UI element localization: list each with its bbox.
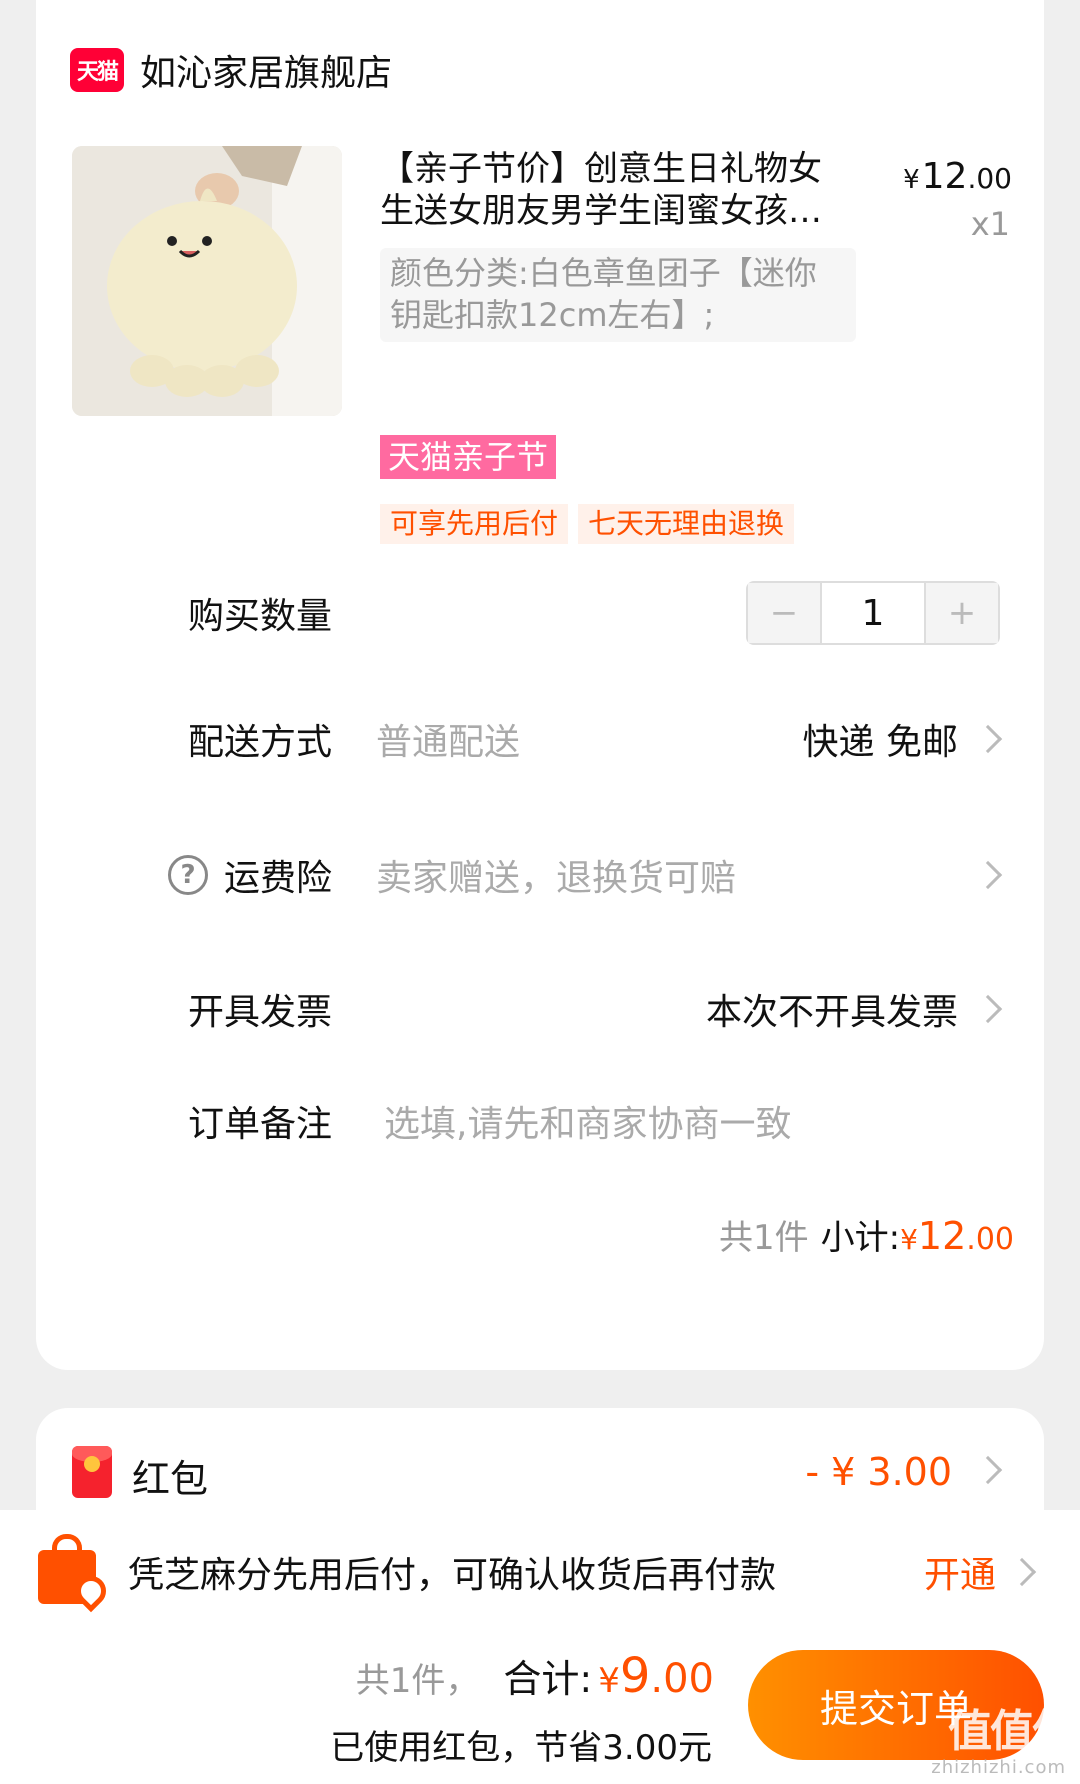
checkout-bar: 凭芝麻分先用后付，可确认收货后再付款 开通 共1件， 合计: ¥9.00 已使用… <box>0 1510 1080 1784</box>
subtotal-count: 共1件 <box>718 1218 809 1258</box>
chevron-right-icon <box>973 1455 1003 1485</box>
store-name[interactable]: 如沁家居旗舰店 <box>140 44 392 96</box>
subtotal: 共1件 小计: ¥12.00 <box>719 1210 1014 1259</box>
chevron-right-icon <box>973 860 1003 890</box>
delivery-type: 普通配送 <box>376 722 521 763</box>
delivery-row[interactable]: 配送方式 普通配送 快递 免邮 <box>36 704 1044 774</box>
quantity-label: 购买数量 <box>188 596 333 637</box>
watermark-logo: 值值值 <box>948 1706 1076 1757</box>
store-order-card: 天猫 如沁家居旗舰店 【亲子节价】创意生日礼物女生送女朋友男学生闺蜜女孩… ¥1… <box>36 0 1044 1370</box>
shipping-insurance-row[interactable]: ? 运费险 卖家赠送，退换货可赔 <box>36 840 1044 910</box>
tmall-logo-icon: 天猫 <box>70 48 124 92</box>
chevron-right-icon <box>973 724 1003 754</box>
insurance-label: 运费险 <box>224 858 333 899</box>
savings-text: 已使用红包，节省3.00元 <box>330 1728 712 1768</box>
chevron-right-icon <box>973 994 1003 1024</box>
order-note-row: 订单备注 选填,请先和商家协商一致 <box>36 1086 1044 1156</box>
service-tags: 可享先用后付 七天无理由退换 <box>380 504 795 544</box>
promo-tag: 天猫亲子节 <box>380 435 557 479</box>
delivery-value: 快递 免邮 <box>802 722 958 763</box>
octopus-plush-image <box>72 146 342 416</box>
store-header[interactable]: 天猫 如沁家居旗舰店 <box>70 42 392 98</box>
sku-spec[interactable]: 颜色分类:白色章鱼团子【迷你钥匙扣款12cm左右】; <box>380 248 856 342</box>
chevron-right-icon <box>1007 1557 1037 1587</box>
product-quantity: x1 <box>970 205 1010 243</box>
red-packet-icon <box>72 1446 112 1498</box>
zhima-text: 凭芝麻分先用后付，可确认收货后再付款 <box>128 1555 777 1596</box>
help-icon[interactable]: ? <box>168 855 208 895</box>
increment-button[interactable]: + <box>926 583 998 643</box>
invoice-row[interactable]: 开具发票 本次不开具发票 <box>36 974 1044 1044</box>
red-packet-value: - ¥ 3.00 <box>805 1450 952 1494</box>
total-count: 共1件， <box>355 1661 480 1701</box>
red-packet-label: 红包 <box>132 1457 209 1501</box>
service-tag-7day-return: 七天无理由退换 <box>578 504 795 544</box>
total-amount: ¥9.00 <box>598 1648 714 1704</box>
product-price: ¥12.00 <box>903 156 1012 197</box>
quantity-row: 购买数量 − 1 + <box>36 578 1044 648</box>
delivery-label: 配送方式 <box>188 722 333 763</box>
product-title[interactable]: 【亲子节价】创意生日礼物女生送女朋友男学生闺蜜女孩… <box>380 148 850 232</box>
decrement-button[interactable]: − <box>748 583 820 643</box>
order-note-input[interactable]: 选填,请先和商家协商一致 <box>384 1095 791 1147</box>
insurance-value: 卖家赠送，退换货可赔 <box>376 858 737 899</box>
total-line: 共1件， 合计: ¥9.00 <box>356 1648 714 1704</box>
subtotal-label: 小计: <box>820 1218 901 1258</box>
watermark-url: zhizhizhi.com <box>931 1757 1066 1778</box>
quantity-input[interactable]: 1 <box>820 583 926 643</box>
shopping-bag-icon <box>38 1534 113 1613</box>
total-label: 合计: <box>503 1657 593 1701</box>
note-label: 订单备注 <box>188 1104 333 1145</box>
subtotal-amount: ¥12.00 <box>900 1214 1014 1258</box>
zhima-pay-later-row[interactable]: 凭芝麻分先用后付，可确认收货后再付款 开通 <box>0 1510 1080 1626</box>
product-image[interactable] <box>72 146 342 416</box>
invoice-value: 本次不开具发票 <box>705 992 958 1033</box>
zhima-activate-link[interactable]: 开通 <box>924 1546 996 1598</box>
service-tag-pay-later: 可享先用后付 <box>380 504 569 544</box>
quantity-stepper[interactable]: − 1 + <box>746 581 1000 645</box>
invoice-label: 开具发票 <box>188 992 333 1033</box>
